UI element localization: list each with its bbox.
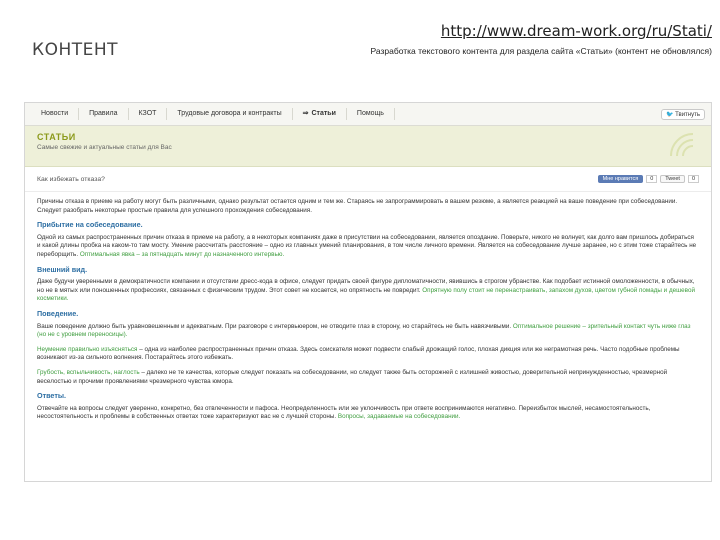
section-heading-answers: Ответы. (37, 391, 66, 401)
nav-item-articles[interactable]: ⇒ Статьи (293, 108, 347, 120)
section-text-behavior-body: Ваше поведение должно быть уравновешенны… (37, 322, 512, 330)
wifi-arc-decoration-icon (670, 133, 694, 157)
arrow-icon: ⇒ (302, 110, 309, 117)
nav-item-articles-label: Статьи (311, 110, 336, 117)
section-link-answers[interactable]: Вопросы, задаваемые на собеседовании. (338, 413, 460, 420)
article-intro: Причины отказа в приеме на работу могут … (37, 198, 678, 214)
section-link-arrival[interactable]: Оптимальная явка – за пятнадцать минут д… (80, 251, 284, 258)
section-link-rudeness[interactable]: Грубость, вспыльчивость, наглость (37, 369, 140, 376)
section-text-rudeness: Грубость, вспыльчивость, наглость – дале… (37, 369, 699, 386)
section-heading-arrival: Прибытие на собеседование. (37, 220, 143, 230)
article-header-row: Как избежать отказа? Мне нравится 0 Twee… (25, 167, 711, 192)
article-question: Как избежать отказа? (37, 175, 105, 183)
article-body: Причины отказа в приеме на работу могут … (25, 192, 711, 434)
section-text-answers: Отвечайте на вопросы следует уверенно, к… (37, 405, 699, 422)
tweet-button-top-label: Твитнуть (675, 111, 700, 118)
website-screenshot: Новости Правила КЗОТ Трудовые договора и… (24, 102, 712, 482)
section-heading-behavior: Поведение. (37, 308, 79, 318)
banner-title: СТАТЬИ (37, 132, 76, 142)
like-count: 0 (646, 175, 658, 183)
nav-item-kzot[interactable]: КЗОТ (129, 108, 168, 120)
section-text-behavior: Ваше поведение должно быть уравновешенны… (37, 323, 699, 340)
twitter-bird-icon: 🐦 (665, 111, 674, 118)
nav-item-contracts[interactable]: Трудовые договора и контракты (167, 108, 293, 120)
nav-item-news[interactable]: Новости (31, 108, 80, 120)
top-nav: Новости Правила КЗОТ Трудовые договора и… (25, 103, 711, 126)
section-text-arrival: Одной из самых распространенных причин о… (37, 234, 699, 260)
section-link-speech[interactable]: Неумение правильно изъясняться (37, 346, 137, 353)
tweet-count: 0 (687, 175, 699, 183)
tweet-button-top[interactable]: 🐦 Твитнуть (660, 108, 705, 120)
banner-subtitle: Самые свежие и актуальные статьи для Вас (37, 144, 172, 151)
section-banner: СТАТЬИ Самые свежие и актуальные статьи … (25, 126, 711, 167)
like-button[interactable]: Мне нравится (597, 175, 644, 183)
slide-title: КОНТЕНТ (32, 40, 119, 60)
nav-item-help[interactable]: Помощь (347, 108, 395, 120)
section-heading-appearance: Внешний вид. (37, 264, 88, 274)
tweet-button[interactable]: Tweet (660, 175, 685, 183)
share-bar: Мне нравится 0 Tweet 0 (597, 175, 699, 183)
slide-subtitle: Разработка текстового контента для разде… (370, 46, 712, 56)
section-text-speech: Неумение правильно изъясняться – одна из… (37, 346, 699, 363)
nav-item-rules[interactable]: Правила (79, 108, 129, 120)
section-text-appearance: Даже будучи уверенными в демократичности… (37, 278, 699, 304)
slide-url[interactable]: http://www.dream-work.org/ru/Stati/ (441, 22, 712, 40)
